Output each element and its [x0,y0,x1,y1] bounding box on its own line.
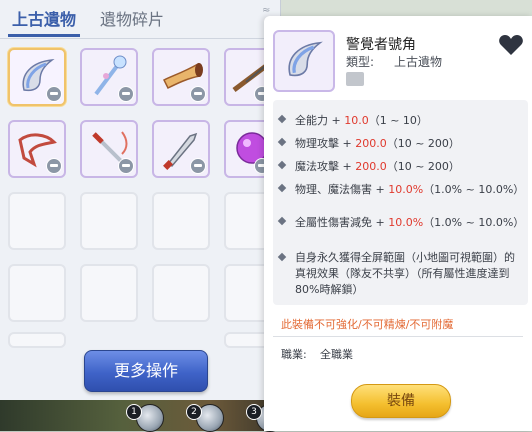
relic-slot-crystal-wand[interactable] [80,48,138,106]
empty-relic-slot[interactable] [152,264,210,322]
relic-badge-icon [118,86,134,102]
tab-ancient-relics[interactable]: 上古遺物 [12,6,76,30]
book-icon [346,72,364,86]
empty-relic-slot[interactable] [8,192,66,250]
stat-range: （10 ~ 200） [386,137,460,150]
bullet-icon [277,216,287,226]
relic-type-value: 上古遺物 [394,55,443,69]
relic-badge-icon [190,158,206,174]
equip-button[interactable]: 裝備 [351,384,451,418]
tab-relic-fragments[interactable]: 遺物碎片 [100,6,164,30]
relic-badge-icon [46,158,62,174]
relic-name: 警覺者號角 [346,37,416,53]
horn-claw-icon [288,41,323,77]
stat-range: （1.0% ~ 10.0%） [423,183,525,196]
relic-detail-panel: 警覺者號角 類型: 上古遺物 全能力 + 10.0（1 ~ 10） 物理攻擊 +… [264,16,532,431]
stat-value: 10.0 [344,114,369,127]
favorite-heart-icon[interactable] [498,34,524,56]
divider [273,336,523,337]
restriction-warning: 此裝備不可強化/不可精煉/不可附魔 [281,318,454,331]
relic-slot-twin-blade[interactable] [80,120,138,178]
relic-badge-icon [46,86,62,102]
relic-inventory-panel: 上古遺物 遺物碎片 ≈ 更多操作 [0,0,281,400]
stat-range: （1 ~ 10） [368,114,428,127]
stat-value: 200.0 [355,160,387,173]
stat-label: 物理攻擊 + [295,137,356,150]
skill-slot-number: 1 [126,404,142,420]
stat-value: 10.0% [388,216,424,229]
empty-relic-slot[interactable] [80,264,138,322]
stat-label: 物理、魔法傷害 + [295,183,389,196]
relic-stats-box: 全能力 + 10.0（1 ~ 10） 物理攻擊 + 200.0（10 ~ 200… [273,100,528,305]
stat-label: 全能力 + [295,114,345,127]
relic-badge-icon [190,86,206,102]
bullet-icon [277,137,287,147]
stat-value: 10.0% [388,183,424,196]
inventory-tabs: 上古遺物 遺物碎片 [0,0,280,39]
relic-slot-golden-horn[interactable] [152,48,210,106]
stat-label: 全屬性傷害減免 + [295,216,389,229]
bullet-icon [277,183,287,193]
stat-range: （1.0% ~ 10.0%） [423,216,525,229]
bullet-icon [277,252,287,262]
stat-value: 200.0 [355,137,387,150]
skill-slot-number: 2 [186,404,202,420]
stat-range: （10 ~ 200） [386,160,460,173]
selected-relic-icon-frame [273,30,335,92]
stat-label: 魔法攻擊 + [295,160,356,173]
empty-relic-slot[interactable] [80,192,138,250]
empty-relic-slot[interactable] [8,332,66,348]
skill-slot-number: 3 [246,404,262,420]
more-actions-button[interactable]: 更多操作 [84,350,208,392]
bullet-icon [277,160,287,170]
relic-slot-red-ribbon[interactable] [8,120,66,178]
empty-relic-slot[interactable] [8,264,66,322]
relic-badge-icon [118,158,134,174]
relic-type-label: 類型: [346,55,375,69]
active-tab-indicator [8,34,80,37]
job-value: 全職業 [320,348,353,361]
relic-slot-curved-knife[interactable] [152,120,210,178]
scroll-hint-icon: ≈ [262,5,271,16]
relic-effect-description: 自身永久獲得全屏範圍（小地圖可視範圍）的真視效果（隊友不共享）（所有屬性進度達到… [295,251,515,296]
job-label: 職業: [281,348,307,361]
bullet-icon [277,114,287,124]
relic-slot-horn-claw[interactable] [8,48,66,106]
empty-relic-slot[interactable] [152,192,210,250]
